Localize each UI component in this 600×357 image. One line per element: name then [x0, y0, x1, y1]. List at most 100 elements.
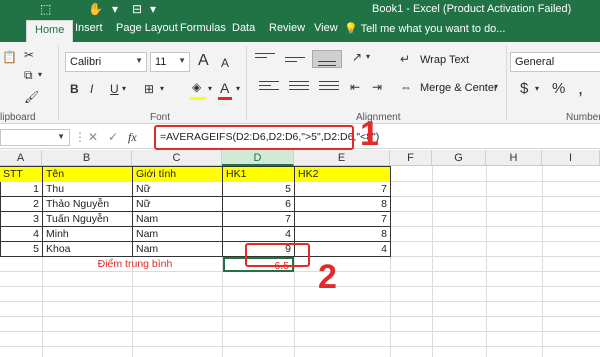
table-cell[interactable]: 8 — [295, 227, 390, 242]
column-header-f[interactable]: F — [390, 150, 432, 166]
tab-view[interactable]: View — [314, 22, 338, 34]
column-header-c[interactable]: C — [132, 150, 222, 166]
increase-font-icon[interactable]: A — [198, 52, 209, 70]
insert-function-icon[interactable]: fx — [128, 130, 137, 145]
table-cell[interactable]: Nam — [133, 227, 222, 242]
qa-dropdown-icon[interactable]: ▾ — [150, 2, 156, 16]
table-cell[interactable]: 6 — [223, 197, 294, 212]
enter-icon[interactable]: ✓ — [108, 130, 118, 144]
table-cell[interactable]: 7 — [295, 212, 390, 227]
copy-dropdown-icon[interactable]: ▾ — [38, 70, 42, 79]
column-header-a[interactable]: A — [0, 150, 42, 166]
gridline — [0, 301, 600, 302]
table-cell[interactable]: 1 — [0, 182, 42, 197]
table-cell[interactable]: Nam — [133, 242, 222, 257]
touch-mode-icon[interactable]: ✋ — [88, 2, 103, 16]
increase-indent-icon[interactable]: ⇥ — [372, 80, 382, 94]
customize-qa-icon[interactable]: ▾ — [112, 2, 118, 16]
top-align-button[interactable] — [250, 50, 280, 68]
chevron-down-icon[interactable]: ▾ — [160, 84, 164, 93]
quick-access-icon-1[interactable]: ⬚ — [40, 2, 51, 16]
bold-button[interactable]: B — [70, 82, 79, 96]
comma-style-button[interactable]: , — [578, 78, 583, 99]
divider — [246, 46, 247, 120]
table-cell[interactable]: 7 — [223, 212, 294, 227]
table-cell[interactable]: Thu — [43, 182, 132, 197]
wrap-text-icon[interactable]: ↵ — [400, 52, 410, 66]
header-cell-hk2[interactable]: HK2 — [295, 167, 390, 182]
table-cell[interactable]: 5 — [223, 182, 294, 197]
fill-color-icon[interactable]: ◈ — [192, 80, 201, 94]
decrease-indent-icon[interactable]: ⇤ — [350, 80, 360, 94]
align-left-button[interactable] — [254, 78, 284, 96]
chevron-down-icon[interactable]: ▾ — [366, 52, 370, 61]
table-cell[interactable]: 3 — [0, 212, 42, 227]
column-header-d[interactable]: D — [222, 150, 294, 166]
font-color-swatch — [218, 97, 232, 100]
table-cell[interactable]: 5 — [0, 242, 42, 257]
average-label[interactable]: Điểm trung bình — [60, 257, 210, 272]
underline-button[interactable]: U — [110, 82, 119, 96]
percent-button[interactable]: % — [552, 80, 565, 97]
cancel-icon[interactable]: ✕ — [88, 130, 98, 144]
chevron-down-icon[interactable]: ▾ — [535, 84, 539, 93]
table-cell[interactable]: Nữ — [133, 197, 222, 212]
qa-more-icon[interactable]: ⊟ — [132, 2, 142, 16]
orientation-icon[interactable]: ↗ — [352, 50, 362, 64]
table-cell[interactable]: Minh — [43, 227, 132, 242]
cut-icon[interactable]: ✂ — [24, 48, 34, 62]
column-header-h[interactable]: H — [486, 150, 542, 166]
chevron-down-icon[interactable]: ▾ — [208, 84, 212, 93]
header-cell-hk1[interactable]: HK1 — [223, 167, 294, 182]
align-center-button[interactable] — [284, 78, 314, 96]
table-cell[interactable]: 7 — [295, 182, 390, 197]
merge-center-button[interactable]: Merge & Center — [420, 82, 498, 94]
table-cell[interactable]: Khoa — [43, 242, 132, 257]
header-cell-ten[interactable]: Tên — [43, 167, 132, 182]
column-header-e[interactable]: E — [294, 150, 390, 166]
table-cell[interactable]: Tuấn Nguyễn — [43, 212, 132, 227]
tab-data[interactable]: Data — [232, 22, 255, 34]
window-title: Book1 - Excel (Product Activation Failed… — [372, 3, 572, 15]
chevron-down-icon[interactable]: ▾ — [236, 84, 240, 93]
borders-icon[interactable]: ⊞ — [144, 82, 154, 96]
chevron-down-icon[interactable]: ▾ — [494, 82, 498, 91]
font-name-select[interactable]: Calibri ▼ — [65, 52, 147, 72]
table-cell[interactable]: 8 — [295, 197, 390, 212]
align-right-button[interactable] — [314, 78, 344, 96]
format-painter-icon[interactable]: 🖌 — [24, 90, 39, 104]
paste-icon[interactable]: 📋 — [2, 50, 17, 64]
font-color-icon[interactable]: A — [220, 80, 229, 96]
currency-button[interactable]: $ — [520, 80, 528, 97]
font-size-select[interactable]: 11 ▼ — [150, 52, 190, 72]
tab-page-layout[interactable]: Page Layout — [116, 22, 178, 34]
column-header-i[interactable]: I — [542, 150, 600, 166]
decrease-font-icon[interactable]: A — [221, 56, 229, 70]
column-header-b[interactable]: B — [42, 150, 132, 166]
more-icon: ⋮ — [74, 130, 86, 144]
number-format-select[interactable]: General — [510, 52, 600, 72]
name-box[interactable]: ▼ — [0, 129, 70, 146]
table-cell[interactable]: 4 — [0, 227, 42, 242]
tab-insert[interactable]: Insert — [75, 22, 103, 34]
tab-home[interactable]: Home — [26, 20, 74, 42]
wrap-text-button[interactable]: Wrap Text — [420, 54, 469, 66]
bottom-align-button[interactable] — [312, 50, 342, 68]
table-cell[interactable]: Thảo Nguyễn — [43, 197, 132, 212]
table-cell[interactable]: 2 — [0, 197, 42, 212]
table-cell[interactable]: 4 — [223, 227, 294, 242]
tab-formulas[interactable]: Formulas — [180, 22, 226, 34]
table-cell[interactable]: Nam — [133, 212, 222, 227]
table-cell[interactable]: Nữ — [133, 182, 222, 197]
column-header-g[interactable]: G — [432, 150, 486, 166]
gridline — [486, 166, 487, 357]
italic-button[interactable]: I — [90, 82, 93, 96]
middle-align-button[interactable] — [280, 50, 310, 68]
copy-icon[interactable]: ⧉ — [24, 68, 33, 83]
tell-me-box[interactable]: 💡 Tell me what you want to do... — [344, 22, 505, 35]
chevron-down-icon[interactable]: ▾ — [122, 84, 126, 93]
merge-center-icon[interactable]: ⇔ — [400, 80, 412, 94]
tab-review[interactable]: Review — [269, 22, 305, 34]
header-cell-stt[interactable]: STT — [0, 167, 42, 182]
header-cell-gioi-tinh[interactable]: Giới tính — [133, 167, 222, 182]
